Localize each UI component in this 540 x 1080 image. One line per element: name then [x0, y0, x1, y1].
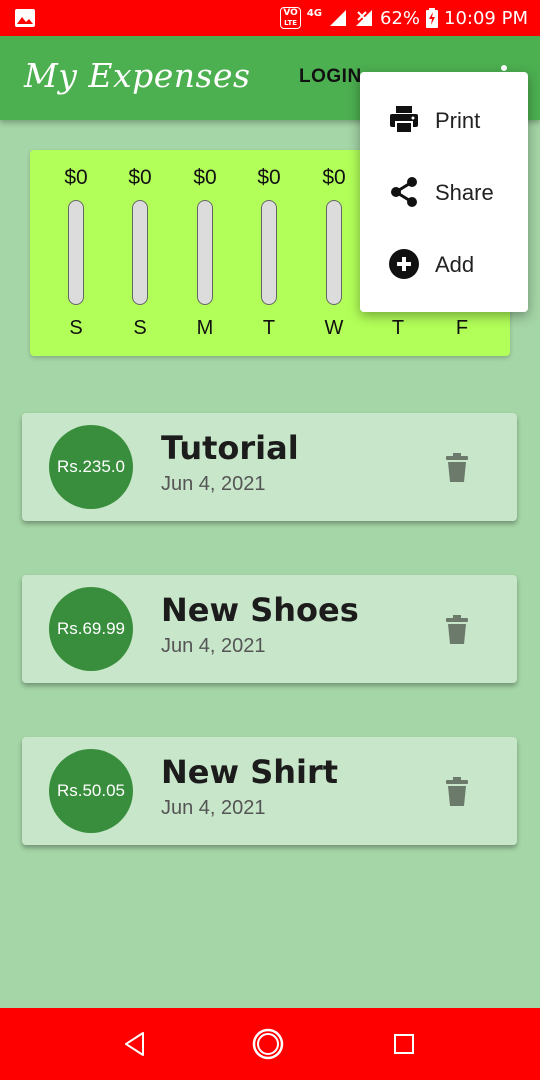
overflow-menu: Print Share Add	[360, 72, 528, 312]
bar-amount-label: $0	[257, 166, 281, 189]
network-type-label: 4G	[306, 7, 322, 19]
transaction-date: Jun 4, 2021	[161, 797, 266, 819]
bar-track	[68, 200, 84, 305]
battery-percent: 62%	[380, 7, 421, 29]
status-indicators: VO LTE 4G 62% 10:09 PM	[280, 0, 528, 36]
share-icon	[391, 177, 417, 207]
gallery-notification-icon	[15, 9, 35, 27]
bar-day-label: S	[69, 317, 83, 339]
bar-track	[197, 200, 213, 305]
delete-icon[interactable]	[445, 453, 469, 483]
menu-item-label: Share	[435, 180, 494, 205]
volte-icon: VO LTE	[280, 7, 301, 29]
transaction-title: New Shirt	[161, 753, 339, 791]
amount-avatar: Rs.235.0	[49, 425, 133, 509]
bar-track	[261, 200, 277, 305]
login-button[interactable]: LOGIN	[299, 66, 362, 88]
transaction-card[interactable]: Rs.69.99 New Shoes Jun 4, 2021	[22, 575, 517, 683]
delete-icon[interactable]	[445, 615, 469, 645]
transaction-card[interactable]: Rs.235.0 Tutorial Jun 4, 2021	[22, 413, 517, 521]
bar-day-label: T	[262, 317, 276, 339]
home-icon[interactable]	[252, 1028, 284, 1060]
bar-day-label: S	[133, 317, 147, 339]
menu-item-add[interactable]: Add	[360, 228, 528, 300]
bar-amount-label: $0	[193, 166, 217, 189]
app-title: My Expenses	[24, 56, 251, 95]
add-circle-icon	[389, 249, 419, 279]
transaction-title: Tutorial	[161, 429, 299, 467]
battery-charging-icon	[426, 8, 439, 28]
back-icon[interactable]	[119, 1028, 151, 1060]
transaction-date: Jun 4, 2021	[161, 473, 266, 495]
navigation-bar	[0, 1008, 540, 1080]
recents-icon[interactable]	[388, 1028, 420, 1060]
menu-item-share[interactable]: Share	[360, 156, 528, 228]
clock: 10:09 PM	[444, 7, 528, 29]
bar-track	[132, 200, 148, 305]
menu-item-label: Print	[435, 108, 481, 133]
print-icon	[390, 106, 418, 134]
bar-amount-label: $0	[322, 166, 346, 189]
bar-day-label: W	[324, 317, 344, 339]
bar-amount-label: $0	[64, 166, 88, 189]
signal-no-service-icon	[356, 10, 372, 26]
bar-day-label: F	[455, 317, 469, 339]
bar-amount-label: $0	[128, 166, 152, 189]
bar-track	[326, 200, 342, 305]
signal-icon	[330, 10, 346, 26]
menu-item-label: Add	[435, 252, 475, 277]
transaction-card[interactable]: Rs.50.05 New Shirt Jun 4, 2021	[22, 737, 517, 845]
bar-day-label: T	[391, 317, 405, 339]
menu-item-print[interactable]: Print	[360, 84, 528, 156]
transaction-title: New Shoes	[161, 591, 359, 629]
amount-avatar: Rs.69.99	[49, 587, 133, 671]
amount-avatar: Rs.50.05	[49, 749, 133, 833]
transaction-date: Jun 4, 2021	[161, 635, 266, 657]
status-bar: VO LTE 4G 62% 10:09 PM	[0, 0, 540, 36]
delete-icon[interactable]	[445, 777, 469, 807]
bar-day-label: M	[196, 317, 214, 339]
